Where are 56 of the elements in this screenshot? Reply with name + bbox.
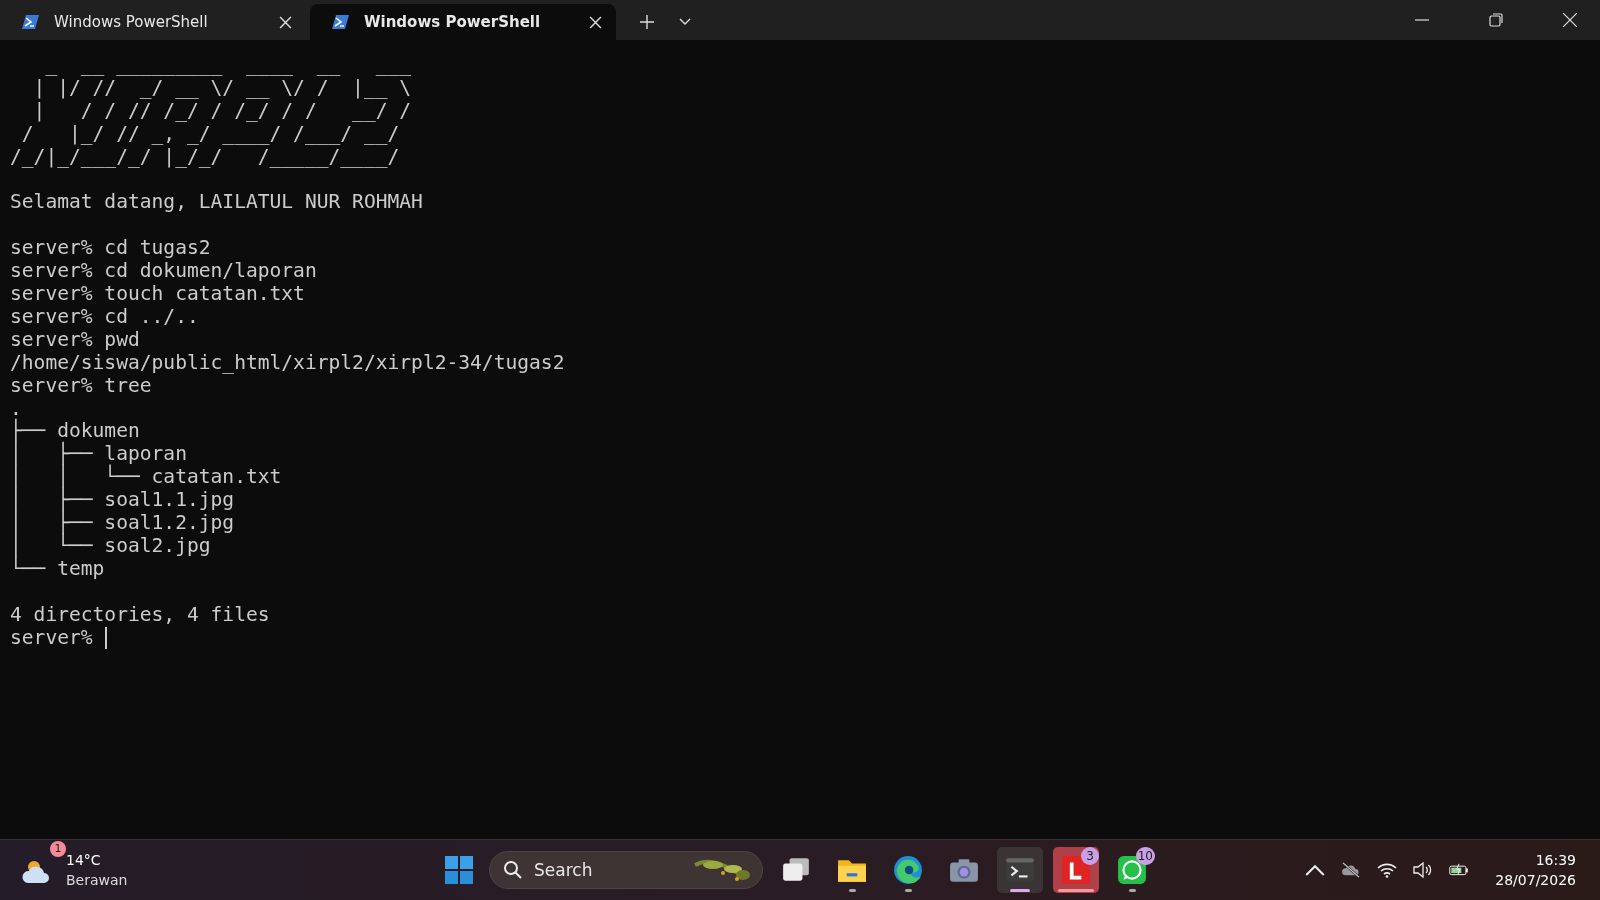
close-icon[interactable] <box>589 15 602 29</box>
close-icon[interactable] <box>1563 13 1577 27</box>
running-indicator <box>1010 889 1030 892</box>
terminal-line: server% tree <box>10 374 152 398</box>
terminal-line: server% cd dokumen/laporan <box>10 260 317 284</box>
cloud-off-icon[interactable] <box>1341 862 1362 878</box>
taskbar-app[interactable]: 10 <box>1109 847 1155 893</box>
restore-icon[interactable] <box>1489 13 1503 27</box>
running-indicator <box>905 889 912 892</box>
notification-badge: 10 <box>1135 847 1155 865</box>
prompt-text: server% <box>10 626 93 650</box>
terminal-line: │ ├── soal1.1.jpg <box>10 489 235 512</box>
terminal-line: ├── dokumen <box>10 420 140 443</box>
taskbar-app[interactable] <box>997 847 1043 893</box>
terminal-line: server% touch catatan.txt <box>10 283 305 306</box>
terminal-line: 4 directories, 4 files <box>10 603 270 627</box>
powershell-icon <box>22 14 40 30</box>
clock-time[interactable]: 16:39 <box>1535 850 1576 870</box>
temperature-text: 14°C <box>66 851 102 870</box>
battery-icon[interactable] <box>1449 862 1470 878</box>
taskbar-app[interactable]: 3 <box>1053 847 1099 893</box>
terminal-line: /home/siswa/public_html/xirpl2/xirpl2-34/tugas2 <box>10 351 565 375</box>
terminal-line: └── temp <box>10 557 105 581</box>
weather-condition: Berawan <box>66 871 128 890</box>
search-field[interactable]: Search <box>489 851 763 889</box>
start-icon[interactable] <box>445 856 473 884</box>
search-icon <box>503 860 523 880</box>
volume-icon[interactable] <box>1413 862 1434 878</box>
wifi-icon[interactable] <box>1377 862 1398 878</box>
terminal-line: /_/|_/___/_/ |_/_/ /_____/____/ <box>10 145 400 169</box>
terminal-line: │ └── soal2.jpg <box>10 535 211 557</box>
terminal-line: / |_/ // _, _/ ____/ /___/ __/ <box>20 122 400 146</box>
terminal-tab[interactable]: Windows PowerShell <box>310 4 616 40</box>
terminal-line: server% cd tugas2 <box>10 237 211 261</box>
terminal-line: Selamat datang, LAILATUL NUR ROHMAH <box>10 191 423 215</box>
new-tab-icon[interactable] <box>640 15 654 29</box>
chevron-up-icon[interactable] <box>1305 862 1326 878</box>
terminal-line: | / / // /_/ / /_/ / / __/ / <box>32 99 412 123</box>
browser-icon <box>893 855 923 885</box>
running-indicator <box>1058 889 1094 892</box>
notification-badge: 3 <box>1081 847 1099 865</box>
terminal-line: │ ├── soal1.2.jpg <box>10 512 235 535</box>
terminal-line: _ __ _________ ____ __ ___ <box>44 54 412 77</box>
terminal-line: │ │ └── catatan.txt <box>10 466 282 489</box>
notification-badge: 1 <box>50 841 66 857</box>
terminal-tab[interactable]: Windows PowerShell <box>0 4 306 40</box>
terminal-line: server% pwd <box>10 328 140 352</box>
terminal-icon <box>1005 855 1035 885</box>
running-indicator <box>1129 889 1136 892</box>
terminal-line: | |/ // _/ __ \/ __ \/ / |__ \ <box>32 76 412 100</box>
clock-date[interactable]: 28/07/2026 <box>1495 870 1576 890</box>
close-icon[interactable] <box>279 15 292 29</box>
running-indicator <box>849 889 856 892</box>
dropdown-icon[interactable] <box>679 18 691 26</box>
terminal-line: server% cd ../.. <box>10 305 199 329</box>
powershell-icon <box>332 14 350 30</box>
